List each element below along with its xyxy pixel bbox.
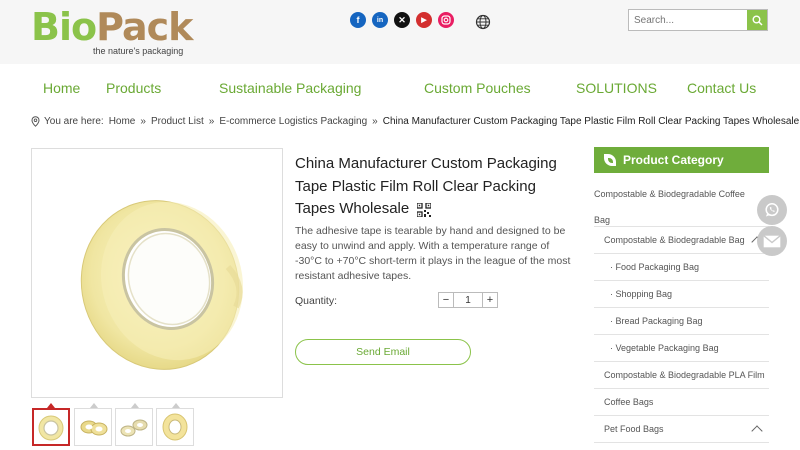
category-item-bread-packaging-bag[interactable]: · Bread Packaging Bag	[594, 308, 769, 335]
category-item-coffee-bags[interactable]: Coffee Bags	[594, 389, 769, 416]
breadcrumb-separator: »	[372, 116, 378, 127]
category-label: · Food Packaging Bag	[610, 262, 700, 272]
category-item-biodegradable-bag[interactable]: Compostable & Biodegradable Bag	[594, 227, 769, 254]
nav-solutions[interactable]: SOLUTIONS	[576, 80, 657, 96]
search-button[interactable]	[747, 10, 767, 30]
category-label: · Shopping Bag	[610, 289, 673, 299]
category-label: Pet Food Bags	[604, 424, 664, 434]
breadcrumb: You are here: Home » Product List » E-co…	[31, 116, 799, 127]
header-bar: BioPack the nature's packaging f in ✕ ▶	[0, 0, 800, 64]
location-pin-icon	[31, 116, 40, 127]
thumbnail-2[interactable]	[74, 408, 112, 446]
thumbnail-4[interactable]	[156, 408, 194, 446]
logo-tagline: the nature's packaging	[93, 46, 184, 56]
facebook-icon[interactable]: f	[350, 12, 366, 28]
category-label: Compostable & Biodegradable PLA Film	[604, 370, 765, 380]
category-item-shopping-bag[interactable]: · Shopping Bag	[594, 281, 769, 308]
youtube-icon[interactable]: ▶	[416, 12, 432, 28]
nav-home[interactable]: Home	[43, 80, 80, 96]
logo-wordmark: BioPack	[31, 5, 193, 49]
quantity-stepper: − 1 +	[438, 292, 498, 308]
logo-pack: Pack	[96, 5, 193, 49]
category-item-food-packaging-bag[interactable]: · Food Packaging Bag	[594, 254, 769, 281]
search-input[interactable]	[629, 10, 748, 30]
category-label: Compostable & Biodegradable Bag	[604, 235, 745, 245]
whatsapp-button[interactable]	[757, 195, 787, 225]
logo[interactable]: BioPack the nature's packaging	[31, 5, 193, 60]
product-description: The adhesive tape is tearable by hand an…	[295, 225, 571, 282]
thumbnail-3[interactable]	[115, 408, 153, 446]
globe-icon[interactable]	[475, 14, 491, 30]
category-label: Coffee Bags	[604, 397, 654, 407]
nav-contact-us[interactable]: Contact Us	[687, 80, 756, 96]
category-item-coffee-bag[interactable]: Compostable & Biodegradable Coffee Bag	[594, 174, 769, 227]
quantity-increase-button[interactable]: +	[482, 292, 498, 308]
category-label: Compostable & Biodegradable Coffee Bag	[594, 189, 745, 225]
linkedin-icon[interactable]: in	[372, 12, 388, 28]
breadcrumb-separator: »	[208, 116, 215, 127]
quantity-decrease-button[interactable]: −	[438, 292, 454, 308]
product-category-header: Product Category	[594, 147, 769, 173]
product-title: China Manufacturer Custom Packaging Tape…	[295, 153, 575, 221]
product-category-title: Product Category	[623, 153, 724, 167]
tape-roll-image	[80, 200, 244, 370]
breadcrumb-current: China Manufacturer Custom Packaging Tape…	[382, 116, 800, 127]
quantity-label: Quantity:	[295, 295, 338, 307]
search-icon	[752, 15, 763, 26]
thumbnail-1[interactable]	[32, 408, 70, 446]
breadcrumb-prefix: You are here:	[44, 116, 104, 127]
email-icon	[763, 234, 781, 247]
email-button[interactable]	[757, 226, 787, 256]
whatsapp-icon	[765, 203, 779, 217]
nav-custom-pouches[interactable]: Custom Pouches	[424, 80, 531, 96]
breadcrumb-ecommerce[interactable]: E-commerce Logistics Packaging	[219, 116, 367, 127]
leaf-icon	[604, 154, 616, 166]
category-item-pet-food-bags[interactable]: Pet Food Bags	[594, 416, 769, 443]
category-label: · Vegetable Packaging Bag	[610, 343, 719, 353]
breadcrumb-product-list[interactable]: Product List	[151, 116, 204, 127]
nav-sustainable-packaging[interactable]: Sustainable Packaging	[219, 80, 361, 96]
category-label: · Bread Packaging Bag	[610, 316, 703, 326]
search-box	[628, 9, 768, 31]
instagram-icon[interactable]	[438, 12, 454, 28]
category-item-pla-film[interactable]: Compostable & Biodegradable PLA Film	[594, 362, 769, 389]
product-main-image[interactable]	[31, 148, 283, 398]
x-icon[interactable]: ✕	[394, 12, 410, 28]
send-email-button[interactable]: Send Email	[295, 339, 471, 365]
breadcrumb-home[interactable]: Home	[109, 116, 136, 127]
breadcrumb-separator: »	[140, 116, 146, 127]
qr-code-icon[interactable]	[416, 202, 433, 218]
chevron-up-icon[interactable]	[751, 425, 763, 437]
category-item-vegetable-packaging-bag[interactable]: · Vegetable Packaging Bag	[594, 335, 769, 362]
quantity-input[interactable]: 1	[454, 292, 482, 308]
nav-products[interactable]: Products	[106, 80, 161, 96]
logo-bio: Bio	[31, 5, 97, 49]
